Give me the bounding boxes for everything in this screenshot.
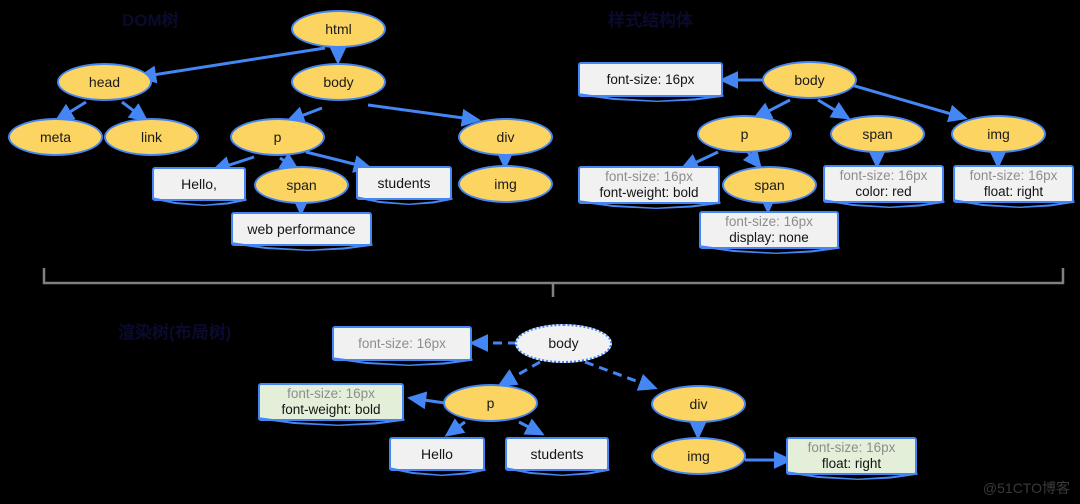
node-label: body (794, 71, 825, 88)
style-box-span-none[interactable]: font-size: 16px display: none (699, 211, 839, 249)
dom-node-students-text[interactable]: students (356, 166, 452, 200)
node-label: link (140, 128, 162, 145)
node-label: p (273, 128, 282, 145)
edges-layer (42, 45, 1065, 469)
style-line: float: right (983, 184, 1044, 199)
style-node-img[interactable]: img (951, 115, 1046, 153)
style-line: font-size: 16px (725, 214, 813, 230)
style-line: font-size: 16px (807, 440, 896, 456)
node-label: div (496, 128, 515, 145)
box-line: Hello, (181, 175, 217, 192)
style-line: color: red (855, 184, 912, 199)
node-label: body (323, 73, 354, 90)
style-line: font-weight: bold (599, 185, 699, 200)
node-label: img (494, 175, 517, 192)
style-line: display: none (729, 230, 809, 245)
style-line: font-size: 16px (606, 71, 695, 87)
node-label: img (987, 125, 1010, 142)
box-line: Hello (421, 445, 453, 462)
dom-node-img[interactable]: img (458, 165, 553, 203)
style-box-img[interactable]: font-size: 16px float: right (953, 165, 1074, 203)
render-node-hello-text[interactable]: Hello (389, 437, 485, 471)
node-label: div (689, 395, 708, 412)
style-line: font-size: 16px (605, 169, 693, 185)
node-label: span (862, 125, 893, 142)
node-label: p (740, 125, 749, 142)
style-line: font-size: 16px (969, 168, 1058, 184)
style-node-span-none[interactable]: span (722, 166, 817, 204)
render-box-body[interactable]: font-size: 16px (332, 326, 472, 361)
render-node-p[interactable]: p (443, 384, 538, 422)
style-box-p[interactable]: font-size: 16px font-weight: bold (578, 166, 720, 204)
render-box-p[interactable]: font-size: 16px font-weight: bold (258, 383, 404, 421)
style-box-body[interactable]: font-size: 16px (578, 62, 723, 97)
watermark: @51CTO博客 (982, 480, 1070, 496)
style-node-span-red[interactable]: span (830, 115, 925, 153)
render-node-body[interactable]: body (515, 324, 612, 363)
style-tree-title: 样式结构体 (608, 11, 693, 30)
node-label: span (754, 176, 785, 193)
dom-node-head[interactable]: head (57, 63, 152, 101)
dom-node-webperformance-text[interactable]: web performance (231, 212, 372, 246)
dom-node-p[interactable]: p (230, 118, 325, 156)
style-line: font-size: 16px (287, 386, 375, 402)
dom-node-span[interactable]: span (254, 166, 349, 204)
box-line: students (530, 445, 584, 462)
dom-node-meta[interactable]: meta (8, 118, 103, 156)
node-label: html (325, 20, 352, 37)
render-node-img[interactable]: img (651, 437, 746, 475)
render-node-div[interactable]: div (651, 385, 746, 423)
node-label: p (486, 394, 495, 411)
box-line: students (377, 174, 431, 191)
dom-node-html[interactable]: html (291, 10, 386, 48)
box-line: web performance (247, 220, 356, 237)
dom-node-div[interactable]: div (458, 118, 553, 156)
render-node-students-text[interactable]: students (505, 437, 609, 471)
style-box-span-red[interactable]: font-size: 16px color: red (823, 165, 944, 203)
dom-tree-title: DOM树 (122, 11, 179, 30)
node-label: span (286, 176, 317, 193)
node-label: meta (39, 128, 72, 145)
style-line: font-weight: bold (281, 402, 381, 417)
node-label: body (548, 335, 579, 352)
node-label: img (687, 447, 710, 464)
render-tree-title: 渲染树(布局树) (118, 323, 232, 342)
diagram-canvas: DOM树 样式结构体 渲染树(布局树) html head body meta … (0, 0, 1080, 504)
dom-node-body[interactable]: body (291, 63, 386, 101)
style-node-body[interactable]: body (762, 61, 857, 99)
render-box-img[interactable]: font-size: 16px float: right (786, 437, 917, 475)
dom-node-link[interactable]: link (104, 118, 199, 156)
dom-node-hello-text[interactable]: Hello, (152, 167, 246, 201)
style-node-p[interactable]: p (697, 115, 792, 153)
section-brace (42, 268, 1065, 297)
node-label: head (88, 73, 121, 90)
style-line: float: right (821, 456, 882, 471)
style-line: font-size: 16px (358, 335, 446, 351)
style-line: font-size: 16px (839, 168, 928, 184)
